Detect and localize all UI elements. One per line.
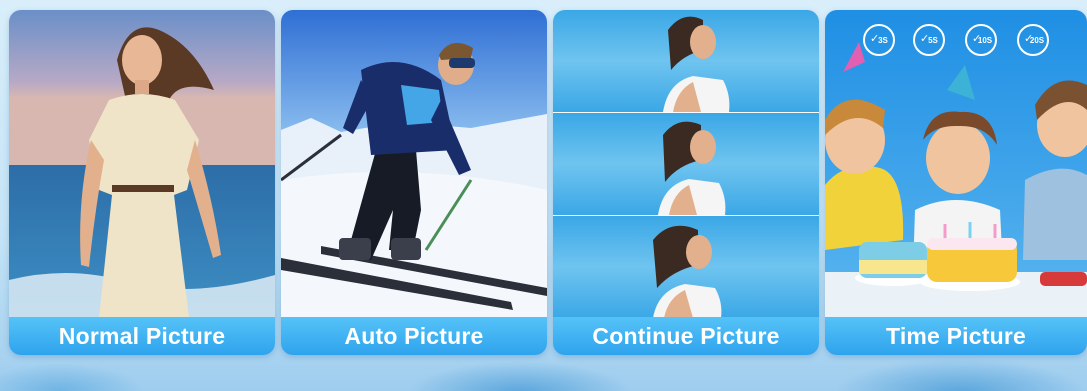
timer-10s-icon: ✓ 10S (965, 24, 997, 56)
runner-burst-photo (553, 10, 819, 318)
timer-5s-icon: ✓ 5S (913, 24, 945, 56)
woman-beach-photo (9, 10, 275, 318)
card-label: Normal Picture (9, 317, 275, 355)
frame-divider (553, 112, 819, 113)
card-time-picture[interactable]: ✓ 3S ✓ 5S ✓ 10S ✓ 20S Time Picture (825, 10, 1087, 355)
timer-20s-icon: ✓ 20S (1017, 24, 1049, 56)
skier-photo (281, 10, 547, 318)
card-auto-picture[interactable]: Auto Picture (281, 10, 547, 355)
card-continue-picture[interactable]: Continue Picture (553, 10, 819, 355)
card-label: Continue Picture (553, 317, 819, 355)
card-label: Auto Picture (281, 317, 547, 355)
kids-birthday-photo: ✓ 3S ✓ 5S ✓ 10S ✓ 20S (825, 10, 1087, 318)
card-normal-picture[interactable]: Normal Picture (9, 10, 275, 355)
timer-3s-icon: ✓ 3S (863, 24, 895, 56)
frame-divider (553, 215, 819, 216)
card-label: Time Picture (825, 317, 1087, 355)
